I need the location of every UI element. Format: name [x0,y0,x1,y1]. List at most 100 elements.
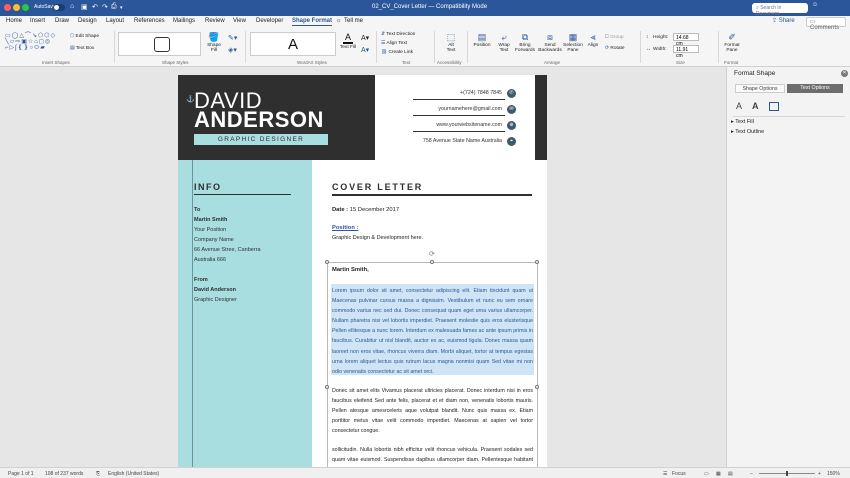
customize-qat-icon[interactable]: ▾ [120,5,123,11]
tab-home[interactable]: Home [6,18,22,24]
rotate-handle-icon[interactable]: ⟳ [429,250,435,258]
close-icon[interactable]: ✕ [841,70,848,77]
text-effects-icon[interactable]: A▾ [361,46,369,54]
shape-fill-button[interactable]: 🪣 Shape Fill [205,32,223,53]
focus-icon[interactable]: ☰ [663,471,667,477]
tab-review[interactable]: Review [205,18,225,24]
maximize-window-icon[interactable] [22,4,29,11]
align-button[interactable]: ⫷ Align [585,32,601,48]
tab-shape-options[interactable]: Shape Options [735,84,785,93]
tab-text-options[interactable]: Text Options [787,84,843,93]
print-icon[interactable]: ⎙ [111,3,117,11]
zoom-slider-thumb[interactable] [786,471,788,476]
tab-view[interactable]: View [233,18,246,24]
group-button[interactable]: ⧠ Group [605,34,624,40]
undo-icon[interactable]: ↶ [92,3,98,11]
home-icon[interactable]: ⌂ [70,3,74,10]
zoom-out-icon[interactable]: − [750,471,753,477]
tab-developer[interactable]: Developer [256,18,283,24]
rotate-button[interactable]: ⟳ Rotate [605,46,625,51]
section-text-outline[interactable]: ▸ Text Outline [731,129,764,135]
shapes-gallery[interactable]: ▭◯△⌒↘⬠⬡◇ ╲▱⇨▣☆⌂◻◎ ⌐▷ʃ❴❵○⬭▰ [5,33,63,53]
web-layout-icon[interactable]: ▤ [728,471,733,477]
resize-handle[interactable] [325,260,329,264]
wordart-styles-gallery[interactable]: A [250,32,336,56]
send-backwards-button[interactable]: ⧈ Send Backwards [538,32,562,53]
width-input[interactable]: 11.91 cm [673,45,699,59]
format-pane-button[interactable]: ✐ Format Pane [722,32,742,53]
search-input[interactable]: ⌕ Search in Document [752,3,808,17]
shape-outline-icon[interactable]: ✎▾ [228,34,237,42]
align-text-button[interactable]: ☰ Align Text [381,41,407,46]
shape-styles-gallery[interactable] [118,32,201,56]
layout-properties-icon[interactable] [769,102,779,111]
date-line: Date : 15 December 2017 [332,207,399,213]
tab-design[interactable]: Design [78,18,97,24]
height-input[interactable]: 14.68 cm [673,33,699,47]
body-paragraph[interactable]: Donec sit amet elits Vivamus placerat ul… [332,386,533,436]
position-icon: ▤ [477,32,487,42]
tab-insert[interactable]: Insert [30,18,45,24]
read-mode-icon[interactable]: ▭ [704,471,709,477]
bring-forwards-button[interactable]: ⧉ Bring Forwards [514,32,536,53]
text-effects-icon[interactable]: A [752,101,759,111]
word-count[interactable]: 108 of 237 words [45,471,83,477]
tab-shape-format[interactable]: Shape Format [292,18,333,26]
zoom-in-icon[interactable]: + [818,471,821,477]
position-label: Position [473,43,491,48]
document-area[interactable]: ⚓ DAVID ANDERSON GRAPHIC DESIGNER +(724)… [0,67,726,467]
body-paragraph-selected[interactable]: Lorem ipsum dolor sit amet, consectetur … [332,286,533,377]
date-label: Date : [332,207,349,213]
zoom-level[interactable]: 150% [827,471,840,477]
save-icon[interactable]: ▣ [81,3,88,11]
create-link-button[interactable]: ⛓ Create Link [381,50,413,55]
resize-handle[interactable] [535,385,539,389]
position-label: Position : [332,225,359,231]
text-outline-icon[interactable]: A▾ [361,34,369,42]
share-button[interactable]: ⇪ Share [772,17,802,27]
resize-handle[interactable] [430,260,434,264]
rotate-label: Rotate [610,46,625,51]
globe-icon: ⊕ [507,121,516,130]
recipient-country: Australia 666 [194,257,227,263]
info-rule [194,194,291,195]
bring-forwards-icon: ⧉ [521,32,529,42]
tab-references[interactable]: References [134,18,165,24]
text-fill-button[interactable]: A Text Fill [339,32,357,50]
close-window-icon[interactable] [4,4,11,11]
text-fill-label: Text Fill [339,45,357,50]
tab-draw[interactable]: Draw [55,18,69,24]
account-icon[interactable]: ☺ [812,2,838,14]
autosave-toggle[interactable] [53,4,65,11]
text-box-button[interactable]: ▤ Text Box [70,46,94,51]
selection-pane-button[interactable]: ▦ Selection Pane [562,32,584,53]
ribbon-separator [434,31,435,63]
wrap-text-button[interactable]: ⤶ Wrap Text [495,32,513,53]
text-fill-outline-icon[interactable]: A [736,101,742,111]
redo-icon[interactable]: ↷ [102,3,108,11]
focus-mode[interactable]: Focus [672,471,686,477]
print-layout-icon[interactable]: ▦ [716,471,721,477]
tab-mailings[interactable]: Mailings [173,18,195,24]
comments-button[interactable]: ▭ Comments [806,17,846,31]
edit-shape-button[interactable]: ⬠ Edit Shape [70,34,99,39]
resize-handle[interactable] [535,260,539,264]
info-heading: INFO [194,182,222,192]
text-direction-button[interactable]: ⇵ Text Direction [381,32,415,37]
document-page[interactable]: ⚓ DAVID ANDERSON GRAPHIC DESIGNER +(724)… [178,75,547,467]
tab-tell-me[interactable]: Tell me [344,18,363,24]
position-button[interactable]: ▤ Position [472,32,492,48]
minimize-window-icon[interactable] [13,4,20,11]
language[interactable]: English (United States) [108,471,159,477]
ribbon-separator [640,31,641,63]
header-edge-strip [535,75,547,160]
section-text-fill[interactable]: ▸ Text Fill [731,119,754,125]
tab-layout[interactable]: Layout [106,18,124,24]
body-paragraph[interactable]: sollicitudin. Nulla lobortis nibh effici… [332,445,533,467]
resize-handle[interactable] [325,385,329,389]
proofing-icon[interactable]: ⎘ [96,471,100,477]
alt-text-button[interactable]: ⬚ Alt Text [442,32,460,53]
page-count[interactable]: Page 1 of 1 [8,471,34,477]
height-icon: ↕ [646,35,649,40]
shape-effects-icon[interactable]: ◈▾ [228,46,237,54]
